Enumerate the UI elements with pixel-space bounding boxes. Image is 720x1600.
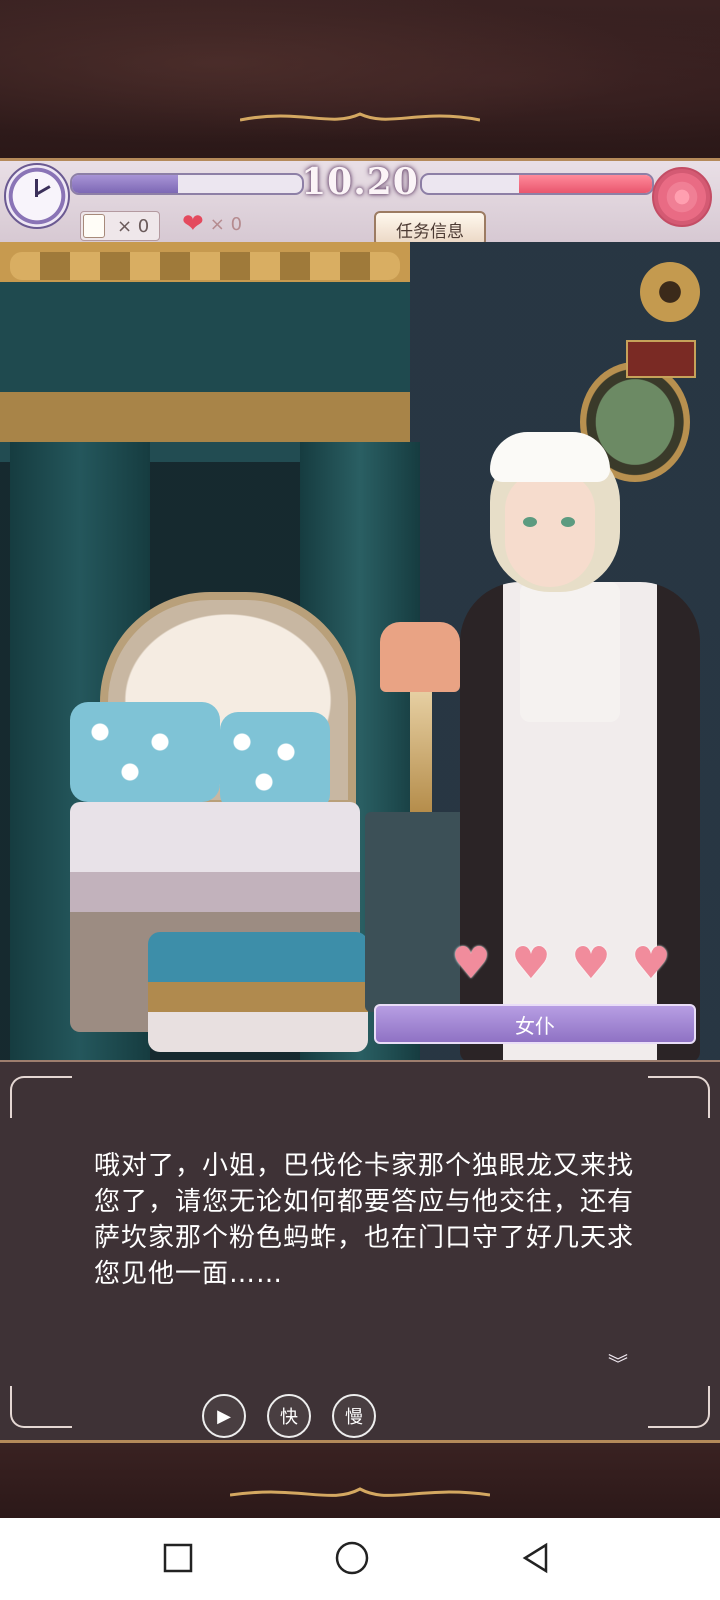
gold-flourish-icon (240, 112, 480, 122)
right-progress-fill (518, 175, 652, 193)
affinity-heart-icon: ♥ (511, 938, 551, 989)
heart-count: × 0 (209, 213, 243, 235)
dialogue-box[interactable]: 哦对了，小姐，巴伐伦卡家那个独眼龙又来找您了，请您无论如何都要答应与他交往，还有… (0, 1060, 720, 1442)
ornament-corner (10, 1386, 72, 1428)
scroll-count: × 0 (117, 215, 150, 237)
slow-button[interactable]: 慢 (332, 1394, 376, 1438)
affinity-heart-icon: ♥ (451, 938, 491, 989)
bedroom-scene: ♥ ♥ ♥ ♥ 女仆 (0, 242, 720, 1060)
ornament-corner (648, 1076, 710, 1118)
gold-flourish-icon (230, 1487, 490, 1497)
affinity-hearts: ♥ ♥ ♥ ♥ (448, 942, 674, 986)
pillow (70, 702, 220, 802)
left-progress-fill (72, 175, 178, 193)
date-display: 10.20 (301, 161, 419, 203)
home-button[interactable] (332, 1538, 372, 1578)
maid-eye (561, 517, 575, 527)
ornament-corner (648, 1386, 710, 1428)
system-nav-bar (0, 1518, 720, 1600)
heart-counter: ❤ × 0 (182, 209, 262, 239)
bottom-ornament-band (0, 1440, 720, 1521)
scroll-counter: × 0 (80, 211, 160, 241)
status-hud: 10.20 × 0 ❤ × 0 任务信息 (0, 158, 720, 247)
right-progress-bar (420, 173, 654, 195)
lamp-base (410, 692, 432, 812)
affinity-heart-icon: ♥ (631, 938, 671, 989)
maid-eye (523, 517, 537, 527)
left-progress-bar (70, 173, 304, 195)
maid-face (505, 472, 595, 587)
fast-button[interactable]: 快 (267, 1394, 311, 1438)
bed-canopy (0, 242, 410, 462)
heart-icon: ❤ (182, 209, 204, 239)
recent-apps-button[interactable] (158, 1538, 198, 1578)
back-triangle-icon (522, 1542, 548, 1574)
dialogue-text: 哦对了，小姐，巴伐伦卡家那个独眼龙又来找您了，请您无论如何都要答应与他交往，还有… (94, 1151, 635, 1289)
ornament-corner (10, 1076, 72, 1118)
clock-icon (4, 163, 70, 229)
gramophone-icon[interactable] (620, 262, 700, 382)
pillow (220, 712, 330, 812)
chevron-down-icon[interactable]: ︾ (608, 1348, 628, 1377)
scroll-icon (83, 214, 105, 238)
footstool (148, 932, 368, 1052)
lamp-shade (380, 622, 460, 692)
top-ornament-band (0, 0, 720, 158)
speaker-name: 女仆 (515, 1013, 555, 1038)
speaker-name-plate: 女仆 (374, 1004, 696, 1044)
auto-play-button[interactable]: ▶ (202, 1394, 246, 1438)
rose-icon (652, 167, 712, 227)
back-button[interactable] (516, 1538, 556, 1578)
affinity-heart-icon: ♥ (571, 938, 611, 989)
maid-apron (520, 582, 620, 722)
circle-icon (335, 1541, 369, 1575)
square-icon (163, 1543, 193, 1573)
maid-cap (490, 432, 610, 482)
